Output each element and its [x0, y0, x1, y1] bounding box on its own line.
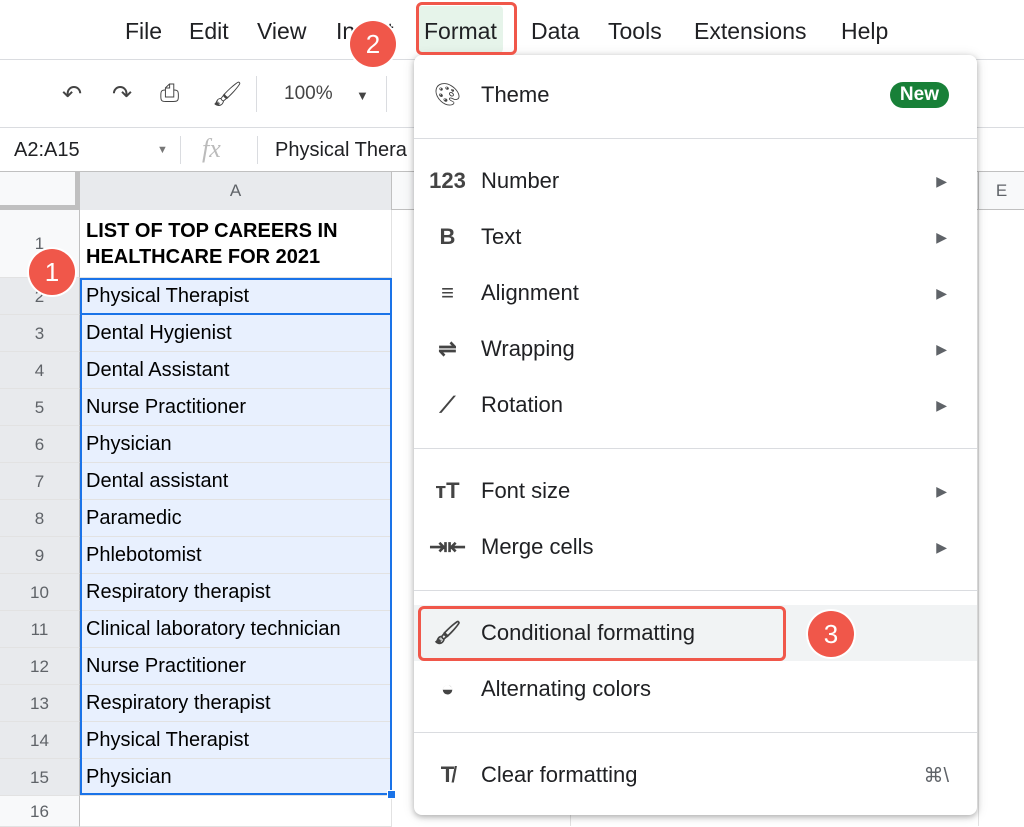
wrap-icon: ⇌ — [438, 336, 457, 361]
alternating-colors-icon: ◒ — [440, 676, 455, 701]
row-header[interactable]: 12 — [0, 648, 80, 685]
menu-data[interactable]: Data — [531, 18, 580, 45]
submenu-arrow-icon: ▶ — [936, 172, 947, 189]
menu-item-theme[interactable]: 🎨︎ Theme New — [414, 67, 977, 123]
row-header[interactable]: 13 — [0, 685, 80, 722]
new-badge: New — [889, 82, 949, 108]
menu-item-clear-formatting[interactable]: T̸ Clear formatting ⌘\ — [414, 747, 977, 803]
row-header[interactable]: 3 — [0, 315, 80, 352]
cell[interactable]: Clinical laboratory technician — [80, 611, 392, 648]
cell[interactable]: Paramedic — [80, 500, 392, 537]
row-header[interactable]: 8 — [0, 500, 80, 537]
row-header[interactable]: 15 — [0, 759, 80, 796]
menu-item-wrapping[interactable]: ⇌ Wrapping ▶ — [414, 321, 977, 377]
cell[interactable]: Nurse Practitioner — [80, 648, 392, 685]
step-badge-2: 2 — [350, 21, 396, 67]
submenu-arrow-icon: ▶ — [936, 228, 947, 245]
highlight-box-format — [416, 2, 517, 55]
cell[interactable]: Respiratory therapist — [80, 574, 392, 611]
menu-edit[interactable]: Edit — [189, 18, 229, 45]
print-icon[interactable]: ⎙ — [160, 80, 179, 108]
menu-item-merge-cells[interactable]: ⇥⇤ Merge cells ▶ — [414, 519, 977, 575]
submenu-arrow-icon: ▶ — [936, 340, 947, 357]
cell[interactable]: LIST OF TOP CAREERS IN HEALTHCARE FOR 20… — [80, 210, 392, 278]
format-menu: 🎨︎ Theme New 123 Number ▶ B Text ▶ ≡ Alignment ▶… — [414, 55, 977, 815]
redo-icon[interactable]: ↷ — [112, 80, 132, 109]
submenu-arrow-icon: ▶ — [936, 538, 947, 555]
shortcut-label: ⌘\ — [923, 764, 949, 787]
fill-handle[interactable] — [387, 790, 396, 799]
zoom-select[interactable]: 100% — [284, 83, 333, 105]
menu-item-alternating-colors[interactable]: ◒ Alternating colors — [414, 661, 977, 717]
row-header[interactable]: 10 — [0, 574, 80, 611]
menu-item-font-size[interactable]: тT Font size ▶ — [414, 463, 977, 519]
merge-icon: ⇥⇤ — [429, 534, 466, 559]
menu-tools[interactable]: Tools — [608, 18, 662, 45]
cell[interactable]: Phlebotomist — [80, 537, 392, 574]
menu-item-number[interactable]: 123 Number ▶ — [414, 153, 977, 209]
row-header[interactable]: 9 — [0, 537, 80, 574]
fx-icon: fx — [202, 134, 221, 163]
cell[interactable]: Physical Therapist — [80, 722, 392, 759]
paint-format-icon[interactable]: 🖌 — [212, 80, 242, 109]
name-box-dropdown-icon[interactable]: ▼ — [157, 144, 168, 156]
cell[interactable]: Physician — [80, 759, 392, 796]
row-header[interactable]: 7 — [0, 463, 80, 500]
row-header[interactable]: 5 — [0, 389, 80, 426]
menu-item-text[interactable]: B Text ▶ — [414, 209, 977, 265]
menu-help[interactable]: Help — [841, 18, 888, 45]
active-cell — [80, 278, 392, 315]
menu-item-alignment[interactable]: ≡ Alignment ▶ — [414, 265, 977, 321]
undo-icon[interactable]: ↶ — [62, 80, 82, 109]
123-icon: 123 — [429, 168, 466, 193]
menu-view[interactable]: View — [257, 18, 306, 45]
submenu-arrow-icon: ▶ — [936, 482, 947, 499]
palette-icon: 🎨︎ — [433, 82, 462, 107]
cell[interactable]: Nurse Practitioner — [80, 389, 392, 426]
step-badge-3: 3 — [808, 611, 854, 657]
column-header-a[interactable]: A — [80, 172, 392, 210]
cell[interactable] — [80, 796, 392, 827]
submenu-arrow-icon: ▶ — [936, 284, 947, 301]
rotation-icon: ⟋ — [439, 392, 456, 417]
menu-extensions[interactable]: Extensions — [694, 18, 807, 45]
submenu-arrow-icon: ▶ — [936, 396, 947, 413]
row-header[interactable]: 11 — [0, 611, 80, 648]
column-header-e[interactable]: E — [978, 172, 1024, 210]
row-header[interactable]: 4 — [0, 352, 80, 389]
select-all-corner[interactable] — [0, 172, 80, 210]
menu-item-rotation[interactable]: ⟋ Rotation ▶ — [414, 377, 977, 433]
highlight-box-conditional — [418, 606, 786, 661]
name-box[interactable]: A2:A15 — [14, 139, 80, 162]
step-badge-1: 1 — [29, 249, 75, 295]
font-size-icon: тT — [435, 478, 460, 503]
row-header[interactable]: 6 — [0, 426, 80, 463]
cell[interactable]: Dental assistant — [80, 463, 392, 500]
formula-input[interactable]: Physical Thera — [275, 139, 407, 162]
cell[interactable]: Physician — [80, 426, 392, 463]
bold-icon: B — [439, 224, 456, 249]
align-icon: ≡ — [441, 280, 454, 305]
clear-formatting-icon: T̸ — [440, 762, 455, 787]
zoom-dropdown-icon[interactable]: ▼ — [356, 88, 369, 103]
row-header[interactable]: 14 — [0, 722, 80, 759]
menu-file[interactable]: File — [125, 18, 162, 45]
cell[interactable]: Dental Assistant — [80, 352, 392, 389]
row-header[interactable]: 16 — [0, 796, 80, 827]
cell[interactable]: Respiratory therapist — [80, 685, 392, 722]
cell[interactable]: Dental Hygienist — [80, 315, 392, 352]
